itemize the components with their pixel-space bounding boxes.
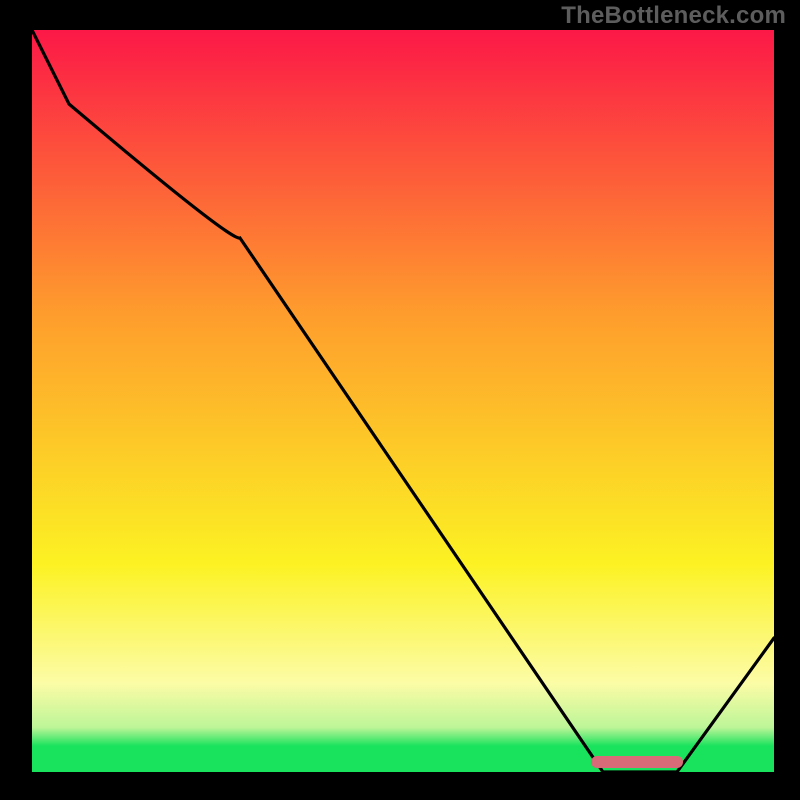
chart-frame: TheBottleneck.com (0, 0, 800, 800)
watermark-text: TheBottleneck.com (561, 2, 786, 30)
bottleneck-curve (32, 30, 774, 772)
plot-area (32, 30, 774, 772)
bottleneck-curve-svg (32, 30, 774, 772)
optimal-range-marker (591, 756, 683, 768)
